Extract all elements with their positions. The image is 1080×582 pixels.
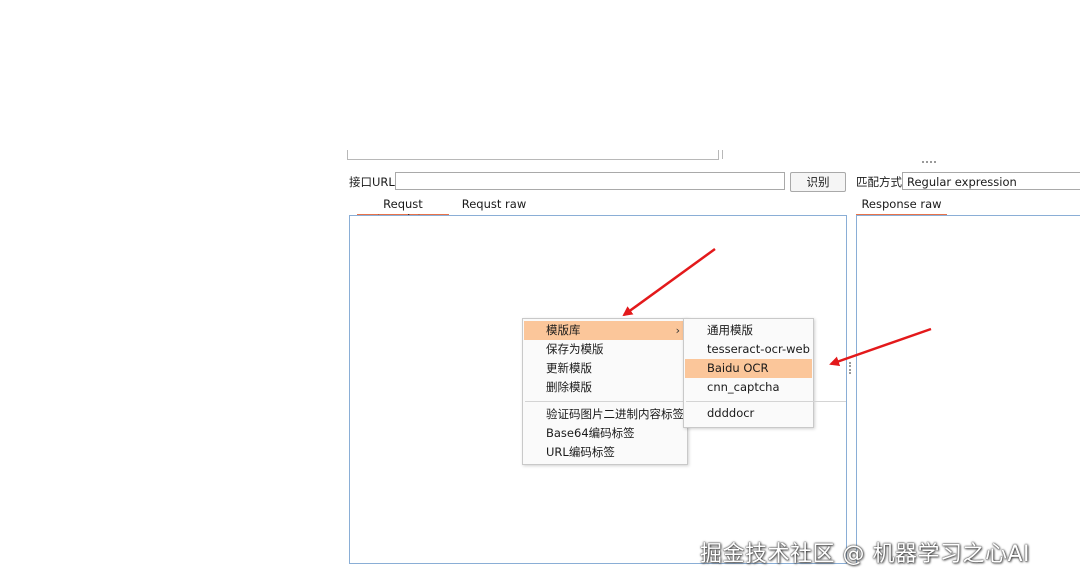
context-menu: 模版库 › 保存为模版 更新模版 删除模版 验证码图片二进制内容标签 Base6… [522,318,688,465]
submenu-item-generic-template[interactable]: 通用模版 [685,321,812,340]
menu-item-captcha-binary-tag[interactable]: 验证码图片二进制内容标签 [524,405,686,424]
submenu-item-tesseract-ocr-web[interactable]: tesseract-ocr-web [685,340,812,359]
splitter-handle[interactable] [922,161,936,165]
cropped-input-field [347,150,719,160]
tab-request-raw[interactable]: Requst raw [459,197,529,214]
menu-separator [686,401,846,402]
chevron-right-icon: › [675,324,680,337]
request-tabs: Requst template Requst raw [349,197,849,226]
submenu-item-baidu-ocr[interactable]: Baidu OCR [685,359,812,378]
menu-item-base64-tag[interactable]: Base64编码标签 [524,424,686,443]
response-raw-editor[interactable] [856,215,1080,563]
url-row: 接口URL: 识别 [347,170,849,192]
recognize-button[interactable]: 识别 [790,172,846,192]
menu-separator [525,401,685,402]
match-mode-select[interactable]: Regular expression [902,172,1080,190]
menu-item-template-library[interactable]: 模版库 › [524,321,686,340]
watermark: 掘金技术社区 @ 机器学习之心AI [700,542,1031,567]
submenu-item-ddddocr[interactable]: ddddocr [685,404,812,423]
url-input[interactable] [395,172,785,190]
template-library-submenu: 通用模版 tesseract-ocr-web Baidu OCR cnn_cap… [683,318,846,428]
menu-item-label: 模版库 [546,323,581,337]
submenu-item-cnn-captcha[interactable]: cnn_captcha [685,378,812,397]
match-mode-label: 匹配方式: [856,175,906,189]
top-partial-fields [347,150,1020,164]
menu-item-delete-template[interactable]: 删除模版 [524,378,686,397]
cropped-right-field [722,150,1021,159]
response-panel: 匹配方式: Regular expression Response raw [852,170,1080,563]
menu-item-save-as-template[interactable]: 保存为模版 [524,340,686,359]
tab-response-raw[interactable]: Response raw [856,197,947,216]
url-label: 接口URL: [349,175,399,189]
menu-item-url-encode-tag[interactable]: URL编码标签 [524,443,686,462]
tab-request-template[interactable]: Requst template [357,197,449,226]
menu-item-update-template[interactable]: 更新模版 [524,359,686,378]
